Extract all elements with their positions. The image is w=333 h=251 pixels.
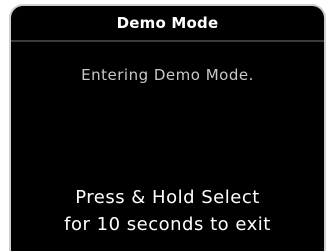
demo-mode-screen: Demo Mode Entering Demo Mode. Press & Ho… [9,4,326,251]
exit-instruction-line-2: for 10 seconds to exit [64,214,271,235]
exit-instruction-line-1: Press & Hold Select [75,187,260,208]
status-message: Entering Demo Mode. [81,66,254,84]
title-bar: Demo Mode [11,6,324,42]
exit-instruction: Press & Hold Select for 10 seconds to ex… [11,184,324,238]
screen-title: Demo Mode [116,14,219,32]
